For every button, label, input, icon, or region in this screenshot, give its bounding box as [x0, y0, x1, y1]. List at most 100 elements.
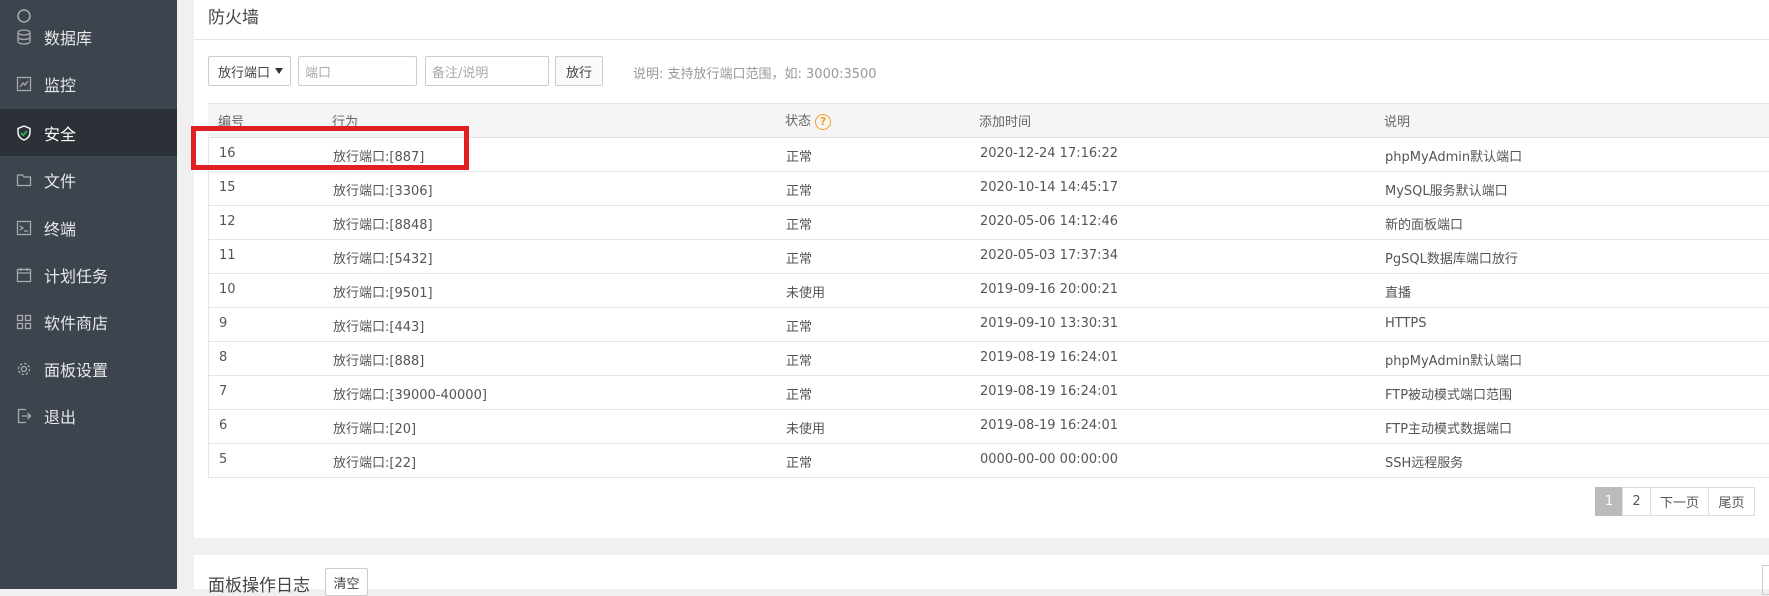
sidebar-item-label: 软件商店: [44, 313, 109, 333]
table-row[interactable]: 10 放行端口:[9501] 未使用 2019-09-16 20:00:21 直…: [208, 274, 1769, 308]
cell-status: 正常: [786, 184, 813, 199]
grid-icon: [16, 314, 32, 330]
logs-title: 面板操作日志: [208, 576, 310, 596]
cell-time: 2019-08-19 16:24:01: [980, 350, 1119, 365]
cell-time: 2019-08-19 16:24:01: [980, 418, 1119, 433]
cell-action: 放行端口:[8848]: [333, 218, 433, 233]
cell-time: 2019-09-16 20:00:21: [980, 282, 1119, 297]
logs-control-partial[interactable]: [1762, 565, 1769, 595]
page-1-button[interactable]: 1: [1595, 487, 1623, 516]
sidebar-item-label: 监控: [44, 75, 77, 95]
cell-time: 2020-05-06 14:12:46: [980, 214, 1119, 229]
table-header: 编号 行为 状态? 添加时间 说明: [208, 103, 1769, 138]
firewall-table: 编号 行为 状态? 添加时间 说明 16 放行端口:[887] 正常 2020-…: [208, 103, 1769, 478]
page-2-button[interactable]: 2: [1622, 487, 1651, 516]
table-row[interactable]: 12 放行端口:[8848] 正常 2020-05-06 14:12:46 新的…: [208, 206, 1769, 240]
cell-id: 10: [219, 282, 236, 297]
clear-logs-button[interactable]: 清空: [325, 568, 368, 596]
cell-time: 2020-10-14 14:45:17: [980, 180, 1119, 195]
cell-note: SSH远程服务: [1385, 456, 1464, 471]
sidebar-item-logout[interactable]: 退出: [0, 392, 177, 439]
cell-time: 2019-08-19 16:24:01: [980, 384, 1119, 399]
cell-action: 放行端口:[888]: [333, 354, 425, 369]
sidebar-item-database[interactable]: 数据库: [0, 13, 177, 60]
cell-id: 6: [219, 418, 228, 433]
table-row[interactable]: 15 放行端口:[3306] 正常 2020-10-14 14:45:17 My…: [208, 172, 1769, 206]
note-input[interactable]: 备注/说明: [425, 56, 549, 86]
cell-note: phpMyAdmin默认端口: [1385, 150, 1523, 165]
cell-note: 新的面板端口: [1385, 218, 1464, 233]
cell-id: 12: [219, 214, 236, 229]
cell-note: PgSQL数据库端口放行: [1385, 252, 1518, 267]
gear-icon: [16, 361, 32, 377]
header-id: 编号: [218, 115, 245, 130]
sidebar-item-files[interactable]: 文件: [0, 156, 177, 203]
calendar-icon: [16, 267, 32, 283]
table-row[interactable]: 9 放行端口:[443] 正常 2019-09-10 13:30:31 HTTP…: [208, 308, 1769, 342]
table-row[interactable]: 8 放行端口:[888] 正常 2019-08-19 16:24:01 phpM…: [208, 342, 1769, 376]
cell-status: 正常: [786, 150, 813, 165]
table-row[interactable]: 6 放行端口:[20] 未使用 2019-08-19 16:24:01 FTP主…: [208, 410, 1769, 444]
next-page-button[interactable]: 下一页: [1650, 487, 1709, 516]
cell-time: 2020-05-03 17:37:34: [980, 248, 1119, 263]
header-status-label: 状态: [785, 114, 812, 129]
sidebar-item-monitor[interactable]: 监控: [0, 60, 177, 107]
sidebar-item-label: 计划任务: [44, 266, 109, 286]
cell-status: 正常: [786, 320, 813, 335]
table-row[interactable]: 11 放行端口:[5432] 正常 2020-05-03 17:37:34 Pg…: [208, 240, 1769, 274]
sidebar-item-label: 数据库: [44, 28, 93, 48]
cell-time: 2019-09-10 13:30:31: [980, 316, 1119, 331]
sidebar-item-security[interactable]: 安全: [0, 109, 177, 156]
sidebar-item-label: 退出: [44, 407, 77, 427]
last-page-button[interactable]: 尾页: [1708, 487, 1755, 516]
firewall-panel: 防火墙 放行端口 端口 备注/说明 放行 说明: 支持放行端口范围，如: 300…: [194, 0, 1769, 538]
database-icon: [16, 28, 32, 45]
cell-action: 放行端口:[443]: [333, 320, 425, 335]
sidebar-item-software-store[interactable]: 软件商店: [0, 298, 177, 345]
sidebar-item-label: 终端: [44, 219, 77, 239]
shield-icon: [16, 124, 32, 141]
terminal-icon: [16, 220, 32, 236]
divider: [194, 39, 1769, 40]
cell-status: 未使用: [786, 286, 826, 301]
table-row[interactable]: 7 放行端口:[39000-40000] 正常 2019-08-19 16:24…: [208, 376, 1769, 410]
sidebar: 数据库 监控 安全 文件 终端 计划任务 软件商店 面板设置 退出: [0, 0, 177, 589]
logs-panel: 面板操作日志 清空: [194, 555, 1769, 596]
port-input[interactable]: 端口: [298, 56, 417, 86]
sidebar-item-terminal[interactable]: 终端: [0, 204, 177, 251]
note-input-placeholder: 备注/说明: [432, 65, 489, 81]
cell-status: 正常: [786, 456, 813, 471]
cell-time: 0000-00-00 00:00:00: [980, 452, 1119, 467]
cell-status: 未使用: [786, 422, 826, 437]
sidebar-item-label: 文件: [44, 171, 77, 191]
folder-icon: [16, 172, 32, 188]
cell-action: 放行端口:[887]: [333, 150, 425, 165]
cell-status: 正常: [786, 252, 813, 267]
cell-note: HTTPS: [1385, 316, 1427, 331]
cell-id: 15: [219, 180, 236, 195]
sidebar-item-panel-settings[interactable]: 面板设置: [0, 345, 177, 392]
allow-button[interactable]: 放行: [555, 56, 603, 86]
table-row[interactable]: 16 放行端口:[887] 正常 2020-12-24 17:16:22 php…: [208, 138, 1769, 172]
cell-action: 放行端口:[22]: [333, 456, 417, 471]
cell-id: 16: [219, 146, 236, 161]
cell-note: FTP被动模式端口范围: [1385, 388, 1513, 403]
cell-action: 放行端口:[20]: [333, 422, 417, 437]
cell-action: 放行端口:[9501]: [333, 286, 433, 301]
action-select[interactable]: 放行端口: [208, 56, 291, 86]
cell-note: phpMyAdmin默认端口: [1385, 354, 1523, 369]
cell-id: 11: [219, 248, 236, 263]
header-action: 行为: [332, 115, 359, 130]
cell-time: 2020-12-24 17:16:22: [980, 146, 1119, 161]
help-icon[interactable]: ?: [815, 113, 832, 130]
cell-id: 8: [219, 350, 228, 365]
cell-id: 7: [219, 384, 228, 399]
table-row[interactable]: 5 放行端口:[22] 正常 0000-00-00 00:00:00 SSH远程…: [208, 444, 1769, 478]
cell-status: 正常: [786, 354, 813, 369]
logout-icon: [16, 408, 32, 424]
sidebar-item-cron[interactable]: 计划任务: [0, 251, 177, 298]
cell-note: MySQL服务默认端口: [1385, 184, 1508, 199]
action-select-value: 放行端口: [218, 65, 271, 81]
cell-status: 正常: [786, 218, 813, 233]
port-input-placeholder: 端口: [305, 65, 332, 81]
